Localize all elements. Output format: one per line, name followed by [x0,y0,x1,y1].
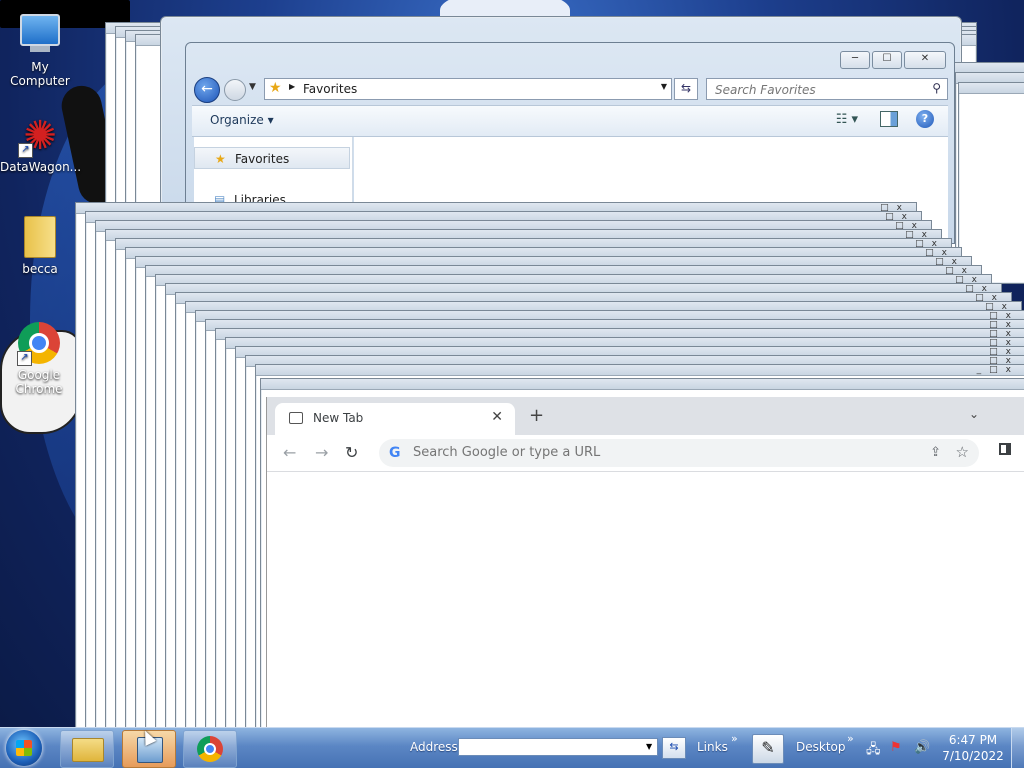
taskbar-explorer-button[interactable] [60,730,114,768]
go-button[interactable]: ⇆ [662,737,686,759]
favorites-star-icon: ★ [269,80,282,96]
address-toolbar-label: Address [410,740,458,754]
window-frame [958,82,1024,284]
address-bar[interactable]: ★ ▶ Favorites ▼ [264,78,672,100]
navigation-bar: ← ▼ ★ ▶ Favorites ▼ ⇆ ⚲ [194,77,948,103]
forward-arrow-icon[interactable]: → [315,443,328,462]
browser-toolbar: ← → ↻ G ⇪ ☆ [267,435,1024,472]
links-chevron-icon[interactable]: » [731,732,738,745]
new-tab-favicon-icon [289,412,303,424]
nav-item-favorites[interactable]: ★ Favorites [194,147,350,169]
recent-pages-icon[interactable]: ▼ [249,82,256,92]
folder-icon [72,738,104,762]
tab-search-icon[interactable]: ⌄ [969,407,979,421]
search-box[interactable]: ⚲ [706,78,948,100]
system-clock[interactable]: 6:47 PM 7/10/2022 [940,732,1006,764]
chrome-icon [197,736,223,762]
desktop-icon-label: Google Chrome [15,368,63,396]
command-bar: Organize ▾ ☷ ▾ ? [192,105,948,137]
chevron-down-icon: ▾ [267,113,274,127]
page-content[interactable] [267,472,1024,728]
window-controls: ─ ☐ ✕ [840,51,946,69]
reload-icon[interactable]: ↻ [345,443,358,462]
organize-label: Organize [210,113,264,127]
google-icon: G [389,445,401,461]
close-button[interactable]: ✕ [904,51,946,69]
address-dropdown-icon[interactable]: ▼ [646,742,652,751]
datawagon-icon: ✺ ↗ [18,114,62,158]
minimize-button[interactable]: ─ [840,51,870,69]
address-dropdown-icon[interactable]: ▼ [661,82,667,91]
maximize-button[interactable]: ☐ [872,51,902,69]
desktop-toolbar-label[interactable]: Desktop [796,740,846,754]
new-tab-button[interactable]: + [529,405,544,426]
show-desktop-button[interactable] [1011,728,1024,768]
omnibox-input[interactable] [411,444,895,461]
shortcut-arrow-icon: ↗ [17,351,32,366]
taskbar-chrome-button[interactable] [183,730,237,768]
tab-new-tab[interactable]: New Tab ✕ [275,403,515,435]
forward-button[interactable] [224,79,246,101]
search-input[interactable] [713,82,917,98]
address-toolbar-input[interactable] [458,738,658,756]
desktop-icon-becca[interactable]: becca [0,216,80,276]
tab-strip: New Tab ✕ + ⌄ [267,397,1024,435]
organize-menu[interactable]: Organize ▾ [210,113,274,127]
links-toolbar-label[interactable]: Links [697,740,728,754]
computer-icon [18,14,62,58]
share-icon[interactable]: ⇪ [930,445,941,460]
close-tab-icon[interactable]: ✕ [491,409,503,425]
pen-tool-icon[interactable]: ✎ [752,734,784,764]
bookmark-star-icon[interactable]: ☆ [956,443,969,461]
taskbar: Address ▼ ⇆ Links » ✎ Desktop » 🖧 ⚑ 🔊 6:… [0,727,1024,768]
back-button[interactable]: ← [194,77,220,103]
nav-item-label: Favorites [235,152,290,166]
preview-pane-icon[interactable] [880,111,898,127]
omnibox[interactable]: G ⇪ ☆ [379,439,979,467]
shortcut-arrow-icon: ↗ [18,143,33,158]
breadcrumb-arrow-icon[interactable]: ▶ [289,82,295,91]
refresh-button[interactable]: ⇆ [674,78,698,100]
folder-icon [18,216,62,260]
address-breadcrumb[interactable]: Favorites [303,82,357,96]
volume-icon[interactable]: 🔊 [914,740,930,755]
tab-title: New Tab [313,411,364,425]
change-view-icon[interactable]: ☷ ▾ [836,112,858,127]
help-icon[interactable]: ? [916,110,934,128]
desktop-icon-label: DataWagon... [0,160,82,174]
desktop-icon-datawagon[interactable]: ✺ ↗ DataWagon... [0,114,82,174]
clock-date: 7/10/2022 [942,749,1004,763]
desktop-chevron-icon[interactable]: » [847,732,854,745]
network-icon[interactable]: 🖧 [866,740,881,762]
back-arrow-icon[interactable]: ← [283,443,296,462]
action-center-flag-icon[interactable]: ⚑ [890,740,902,755]
chrome-window[interactable]: New Tab ✕ + ⌄ ← → ↻ G ⇪ ☆ [266,397,1024,728]
star-icon: ★ [215,152,226,166]
desktop-icon-label: becca [22,262,58,276]
desktop-icon-my-computer[interactable]: My Computer [0,10,80,88]
clock-time: 6:47 PM [948,733,998,747]
chrome-icon: ↗ [17,322,61,366]
desktop-icon-google-chrome[interactable]: ↗ Google Chrome [0,322,78,396]
side-panel-icon[interactable] [999,443,1011,455]
desktop-icon-label: My Computer [10,60,70,88]
start-button[interactable] [6,730,42,766]
search-icon[interactable]: ⚲ [932,81,941,95]
